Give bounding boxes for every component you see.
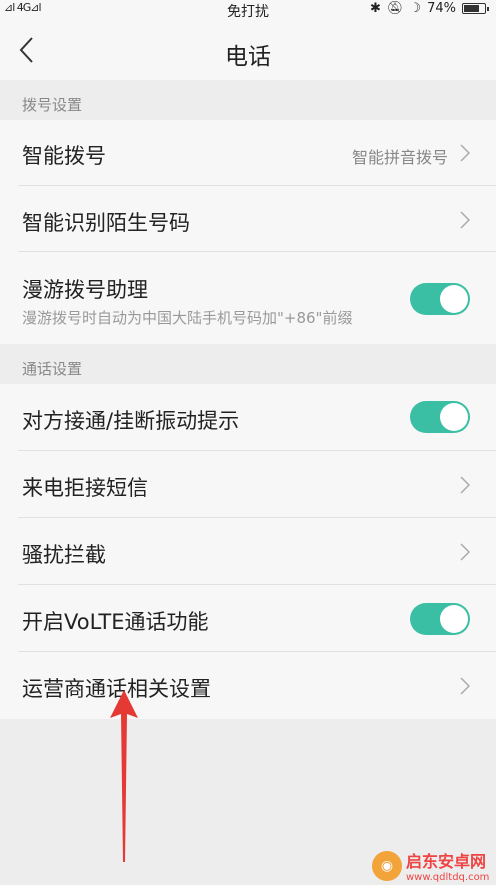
row-smart-dial[interactable]: 智能拨号 智能拼音拨号	[0, 120, 496, 186]
status-right: ✱ 🔕︎ ☽ 74%	[370, 1, 489, 16]
row-block[interactable]: 骚扰拦截	[0, 518, 496, 585]
row-label: 智能拨号	[22, 144, 106, 168]
chevron-right-icon	[460, 476, 470, 494]
battery-icon	[462, 3, 489, 14]
row-reject-sms[interactable]: 来电拒接短信	[0, 451, 496, 518]
chevron-right-icon	[460, 144, 470, 162]
row-label: 开启VoLTE通话功能	[22, 610, 209, 634]
status-bar: ⊿l 4G⊿l 免打扰 ✱ 🔕︎ ☽ 74%	[0, 0, 496, 20]
app-header: 电话	[0, 20, 496, 80]
chevron-right-icon	[460, 211, 470, 229]
battery-percent: 74%	[427, 1, 456, 16]
row-roaming-assistant: 漫游拨号助理 漫游拨号时自动为中国大陆手机号码加"+86"前缀	[0, 252, 496, 344]
red-arrow-annotation	[110, 690, 138, 862]
row-unknown-number[interactable]: 智能识别陌生号码	[0, 186, 496, 252]
page-title: 电话	[225, 44, 271, 70]
bluetooth-icon: ✱	[370, 1, 381, 16]
row-label: 来电拒接短信	[22, 476, 148, 500]
toggle-knob	[440, 403, 468, 431]
chevron-right-icon	[460, 543, 470, 561]
row-vibrate-hint: 对方接通/挂断振动提示	[0, 384, 496, 451]
watermark-title: 启东安卓网	[406, 852, 487, 871]
row-label: 对方接通/挂断振动提示	[22, 409, 240, 433]
row-carrier-settings[interactable]: 运营商通话相关设置	[0, 652, 496, 719]
logo-icon: ◉	[372, 850, 402, 881]
section-header-dial: 拨号设置	[0, 80, 496, 120]
row-volte: 开启VoLTE通话功能	[0, 585, 496, 652]
row-label: 智能识别陌生号码	[22, 211, 190, 235]
moon-icon: ☽	[409, 1, 422, 16]
watermark-url: www.qdltdq.com	[406, 872, 490, 883]
volte-toggle[interactable]	[410, 603, 470, 635]
roaming-toggle[interactable]	[410, 283, 470, 315]
section-header-call: 通话设置	[0, 344, 496, 384]
row-label: 漫游拨号助理	[22, 278, 148, 302]
vibrate-toggle[interactable]	[410, 401, 470, 433]
bell-off-icon: 🔕︎	[386, 1, 404, 16]
row-value: 智能拼音拨号	[351, 148, 448, 167]
watermark-logo: ◉ 启东安卓网 www.qdltdq.com	[372, 848, 489, 883]
row-sublabel: 漫游拨号时自动为中国大陆手机号码加"+86"前缀	[22, 309, 353, 327]
row-label: 骚扰拦截	[22, 543, 106, 567]
toggle-knob	[440, 605, 468, 633]
chevron-right-icon	[460, 677, 470, 695]
toggle-knob	[440, 285, 468, 313]
